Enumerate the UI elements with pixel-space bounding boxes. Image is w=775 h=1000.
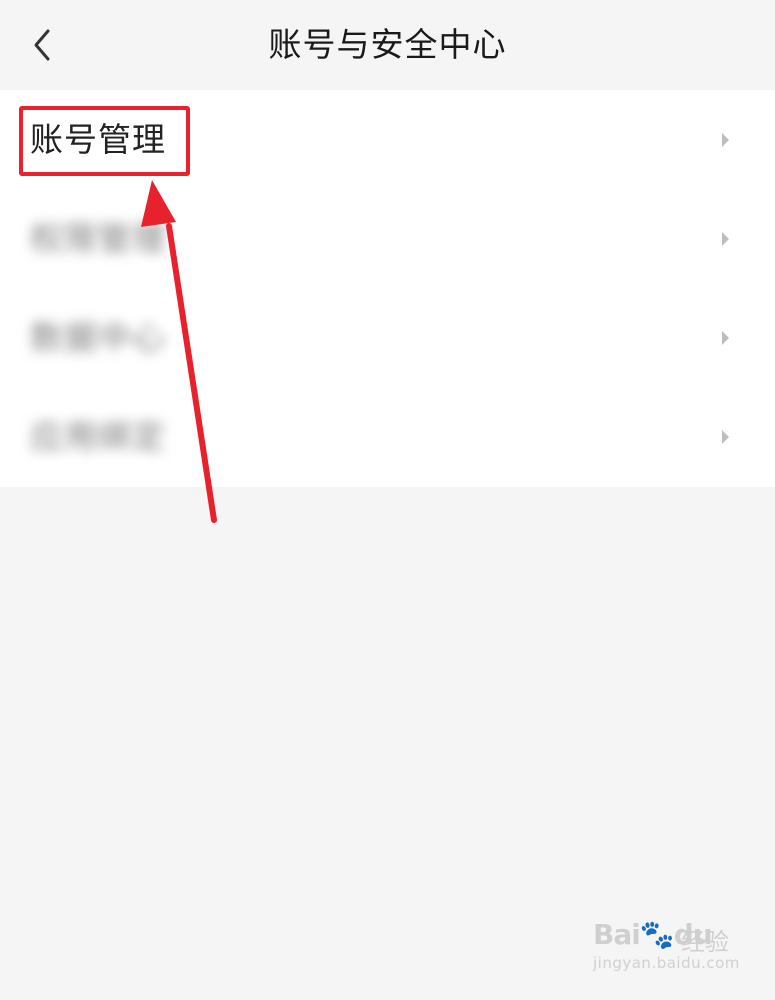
baidu-watermark: Bai🐾du 经验 jingyan.baidu.com (593, 912, 739, 982)
menu-item-obscured-1[interactable]: 权限管理 (0, 189, 775, 288)
chevron-right-icon (722, 331, 729, 345)
watermark-url: jingyan.baidu.com (593, 954, 740, 972)
menu-item-label: 账号管理 (30, 120, 166, 159)
menu-item-obscured-2[interactable]: 数据中心 (0, 288, 775, 387)
menu-list: 账号管理 权限管理 数据中心 应用绑定 (0, 90, 775, 487)
menu-item-obscured-3[interactable]: 应用绑定 (0, 387, 775, 486)
menu-item-account-management[interactable]: 账号管理 (0, 90, 775, 189)
watermark-product: 经验 (681, 928, 729, 956)
page-title: 账号与安全中心 (268, 25, 507, 64)
paw-icon: 🐾 (639, 918, 675, 951)
menu-item-label: 应用绑定 (30, 417, 166, 456)
chevron-right-icon (722, 232, 729, 246)
navigation-bar: 账号与安全中心 (0, 0, 775, 90)
menu-item-label: 权限管理 (30, 219, 166, 258)
chevron-right-icon (722, 133, 729, 147)
menu-item-label: 数据中心 (30, 318, 166, 357)
chevron-right-icon (722, 430, 729, 444)
